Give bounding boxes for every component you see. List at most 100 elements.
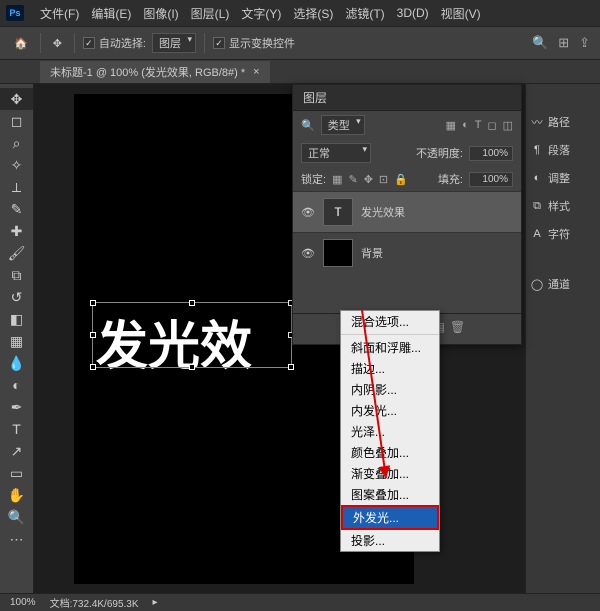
- heal-tool[interactable]: ✚: [0, 220, 33, 242]
- blur-tool[interactable]: 💧: [0, 352, 33, 374]
- filter-adjust-icon[interactable]: ◐: [462, 119, 469, 132]
- layer-name[interactable]: 背景: [361, 245, 383, 261]
- grid-icon[interactable]: ⊞: [558, 35, 569, 51]
- visibility-icon[interactable]: 👁: [301, 247, 315, 260]
- fx-inner-glow[interactable]: 内发光...: [341, 400, 439, 421]
- trash-icon[interactable]: 🗑: [450, 320, 465, 338]
- panel-styles[interactable]: ⧉样式: [530, 198, 596, 214]
- pen-tool[interactable]: ✒: [0, 396, 33, 418]
- menu-edit[interactable]: 编辑(E): [85, 5, 137, 22]
- filter-smart-icon[interactable]: ◫: [503, 119, 513, 132]
- doc-info-chevron[interactable]: ▸: [153, 597, 158, 608]
- tools-panel: ✥ ◻ ⌕ ✧ ⟂ ✎ ✚ 🖌 ⧉ ↺ ◧ ▦ 💧 ◐ ✒ T ↗ ▭ ✋ 🔍 …: [0, 84, 34, 593]
- opacity-input[interactable]: [469, 146, 513, 161]
- char-icon: A: [530, 227, 544, 241]
- filter-type-icon[interactable]: T: [475, 119, 482, 132]
- lasso-tool[interactable]: ⌕: [0, 132, 33, 154]
- layer-thumb: T: [323, 198, 353, 226]
- right-panel-dock: 〰路径 ¶段落 ◐调整 ⧉样式 A字符 ◯通道: [525, 84, 600, 593]
- fx-color-overlay[interactable]: 颜色叠加...: [341, 442, 439, 463]
- fx-blend-options[interactable]: 混合选项...: [341, 311, 439, 332]
- menu-filter[interactable]: 滤镜(T): [339, 5, 390, 22]
- menubar: Ps 文件(F) 编辑(E) 图像(I) 图层(L) 文字(Y) 选择(S) 滤…: [0, 0, 600, 26]
- styles-icon: ⧉: [530, 199, 544, 213]
- wand-tool[interactable]: ✧: [0, 154, 33, 176]
- fill-label: 填充:: [438, 171, 463, 187]
- lock-pos-icon[interactable]: ✥: [364, 173, 373, 186]
- type-tool[interactable]: T: [0, 418, 33, 440]
- fx-pattern-overlay[interactable]: 图案叠加...: [341, 484, 439, 505]
- document-tab-label: 未标题-1 @ 100% (发光效果, RGB/8#) *: [50, 64, 245, 80]
- filter-pixel-icon[interactable]: ▦: [446, 119, 456, 132]
- panel-channels[interactable]: ◯通道: [530, 276, 596, 292]
- eyedrop-tool[interactable]: ✎: [0, 198, 33, 220]
- fx-gradient-overlay[interactable]: 渐变叠加...: [341, 463, 439, 484]
- layer-row-text[interactable]: 👁 T 发光效果: [293, 191, 521, 232]
- search-icon[interactable]: 🔍: [301, 119, 315, 132]
- fill-input[interactable]: [469, 172, 513, 187]
- shape-tool[interactable]: ▭: [0, 462, 33, 484]
- layer-name[interactable]: 发光效果: [361, 204, 405, 220]
- blend-mode[interactable]: 正常: [301, 143, 371, 163]
- panel-paragraph[interactable]: ¶段落: [530, 142, 596, 158]
- menu-image[interactable]: 图像(I): [137, 5, 184, 22]
- lock-trans-icon[interactable]: ▦: [332, 173, 342, 186]
- panel-char[interactable]: A字符: [530, 226, 596, 242]
- share-icon[interactable]: ⇪: [579, 35, 590, 51]
- zoom-percent[interactable]: 100%: [10, 597, 36, 608]
- menu-type[interactable]: 文字(Y): [235, 5, 287, 22]
- lock-nest-icon[interactable]: ⊡: [379, 173, 388, 186]
- fx-drop-shadow[interactable]: 投影...: [341, 530, 439, 551]
- hand-tool[interactable]: ✋: [0, 484, 33, 506]
- stamp-tool[interactable]: ⧉: [0, 264, 33, 286]
- layer-thumb: [323, 239, 353, 267]
- marquee-tool[interactable]: ◻: [0, 110, 33, 132]
- auto-select-checkbox[interactable]: [83, 37, 95, 49]
- close-icon[interactable]: ×: [253, 66, 259, 78]
- show-transform-checkbox[interactable]: [213, 37, 225, 49]
- lock-all-icon[interactable]: 🔒: [394, 173, 408, 186]
- home-icon[interactable]: 🏠: [14, 37, 28, 50]
- gradient-tool[interactable]: ▦: [0, 330, 33, 352]
- options-bar: 🏠 ✥ 自动选择: 图层 显示变换控件 🔍 ⊞ ⇪: [0, 26, 600, 60]
- menu-select[interactable]: 选择(S): [287, 5, 339, 22]
- brush-tool[interactable]: 🖌: [0, 242, 33, 264]
- panel-paths[interactable]: 〰路径: [530, 114, 596, 130]
- panel-adjust[interactable]: ◐调整: [530, 170, 596, 186]
- layers-panel: 图层 🔍 类型 ▦ ◐ T ◻ ◫ 正常 不透明度: 锁定: ▦ ✎ ✥ ⊡ 🔒…: [292, 84, 522, 345]
- adjust-icon: ◐: [530, 171, 544, 185]
- crop-tool[interactable]: ⟂: [0, 176, 33, 198]
- lock-paint-icon[interactable]: ✎: [348, 173, 357, 186]
- app-icon: Ps: [6, 5, 24, 21]
- move-tool-icon: ✥: [53, 37, 62, 50]
- fx-satin[interactable]: 光泽...: [341, 421, 439, 442]
- history-brush-tool[interactable]: ↺: [0, 286, 33, 308]
- filter-kind[interactable]: 类型: [321, 115, 365, 135]
- zoom-tool[interactable]: 🔍: [0, 506, 33, 528]
- menu-layer[interactable]: 图层(L): [185, 5, 236, 22]
- auto-select-target[interactable]: 图层: [152, 33, 196, 53]
- visibility-icon[interactable]: 👁: [301, 206, 315, 219]
- path-tool[interactable]: ↗: [0, 440, 33, 462]
- layer-row-bg[interactable]: 👁 背景: [293, 232, 521, 273]
- transform-bounds[interactable]: [92, 302, 292, 368]
- fx-bevel[interactable]: 斜面和浮雕...: [341, 337, 439, 358]
- more-tools[interactable]: ⋯: [0, 528, 33, 550]
- document-tab[interactable]: 未标题-1 @ 100% (发光效果, RGB/8#) * ×: [40, 61, 270, 83]
- fx-stroke[interactable]: 描边...: [341, 358, 439, 379]
- menu-file[interactable]: 文件(F): [34, 5, 85, 22]
- menu-3d[interactable]: 3D(D): [391, 6, 435, 20]
- lock-label: 锁定:: [301, 171, 326, 187]
- move-tool[interactable]: ✥: [0, 88, 33, 110]
- dodge-tool[interactable]: ◐: [0, 374, 33, 396]
- fx-inner-shadow[interactable]: 内阴影...: [341, 379, 439, 400]
- document-tabbar: 未标题-1 @ 100% (发光效果, RGB/8#) * ×: [0, 60, 600, 84]
- fx-outer-glow[interactable]: 外发光...: [343, 507, 437, 528]
- layers-tab[interactable]: 图层: [293, 85, 521, 111]
- fx-menu: 混合选项... 斜面和浮雕... 描边... 内阴影... 内发光... 光泽.…: [340, 310, 440, 552]
- search-icon[interactable]: 🔍: [532, 35, 548, 51]
- filter-shape-icon[interactable]: ◻: [487, 119, 496, 132]
- menu-view[interactable]: 视图(V): [435, 5, 487, 22]
- channels-icon: ◯: [530, 277, 544, 291]
- eraser-tool[interactable]: ◧: [0, 308, 33, 330]
